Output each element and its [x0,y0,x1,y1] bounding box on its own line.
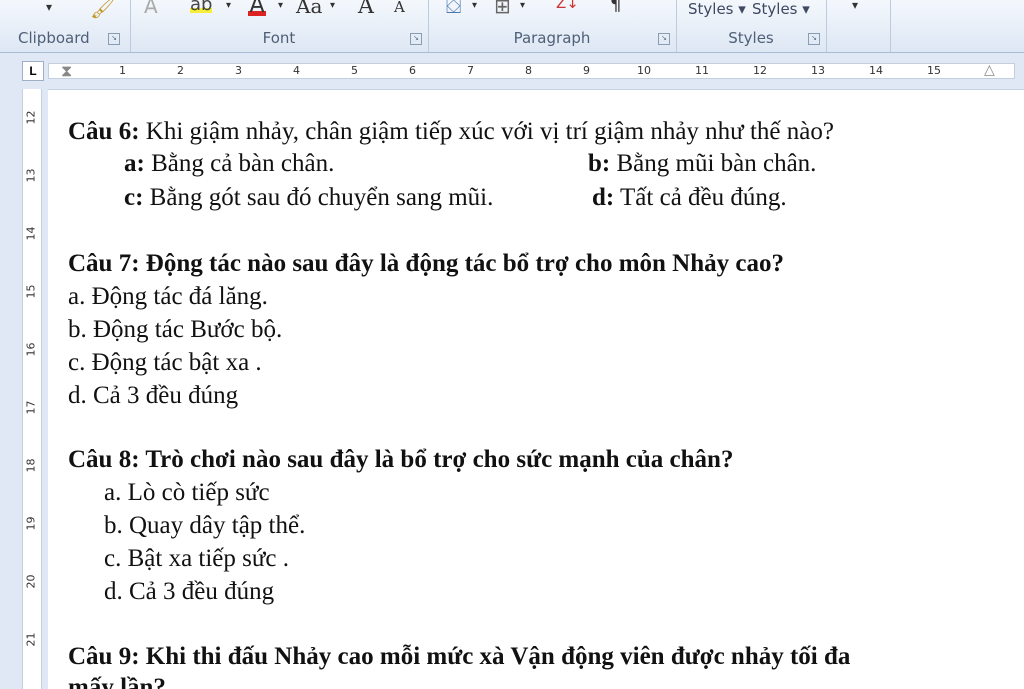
ruler-number: 1 [119,64,126,77]
option-key: b: [588,150,611,177]
vertical-ruler[interactable]: 12 13 14 15 16 17 18 19 20 21 [0,89,48,689]
shading-icon[interactable]: ⛋ [446,0,461,18]
font-color-icon[interactable]: A [248,0,266,18]
editing-group: ▾ [826,0,891,52]
ruler-number: 17 [24,400,38,415]
ruler-number: 14 [24,226,38,241]
question-7[interactable]: Câu 7: Động tác nào sau đây là động tác … [68,250,784,278]
change-styles-button[interactable]: Styles ▾ [752,0,810,18]
option-6b[interactable]: b: Bằng mũi bàn chân. [588,150,816,178]
paragraph-group: ⛋ ▾ ⊞ ▾ Z↓ ¶ Paragraph ↘ [428,0,677,52]
option-8b[interactable]: b. Quay dây tập thể. [104,512,305,540]
borders-icon[interactable]: ⊞ [494,0,511,18]
ruler-number: 6 [409,64,416,77]
ruler-number: 3 [235,64,242,77]
tab-selector-button[interactable]: L [22,61,44,81]
ruler-number: 19 [24,516,38,531]
question-9-continuation[interactable]: mấy lần? [68,674,166,689]
font-launcher-icon[interactable]: ↘ [410,33,422,45]
ruler-number: 16 [24,342,38,357]
dropdown-icon[interactable]: ▾ [278,0,283,11]
ruler-number: 12 [753,64,767,77]
paste-brush-icon[interactable]: 🖌 [90,0,115,20]
ruler-number: 2 [177,64,184,77]
ruler-track[interactable]: ⧗ 1 2 3 4 5 6 7 8 9 10 11 12 13 14 15 △ [48,61,1015,81]
ruler-number: 15 [24,284,38,299]
document-page[interactable]: Câu 6: Khi giậm nhảy, chân giậm tiếp xúc… [48,90,1024,689]
ruler-number: 10 [637,64,651,77]
vertical-ruler-track[interactable]: 12 13 14 15 16 17 18 19 20 21 [22,89,42,689]
option-6a[interactable]: a: Bằng cả bàn chân. [124,150,334,178]
dropdown-icon[interactable]: ▾ [520,0,525,11]
highlight-icon[interactable]: ab [190,0,212,15]
dropdown-icon[interactable]: ▾ [226,0,231,11]
styles-group: Styles ▾ Styles ▾ Styles ↘ [676,0,827,52]
dropdown-icon[interactable]: ▾ [472,0,477,11]
ruler-number: 14 [869,64,883,77]
paragraph-label: Paragraph [513,29,591,47]
option-text: Bằng mũi bàn chân. [610,150,817,177]
option-text: Bằng gót sau đó chuyển sang mũi. [143,184,494,211]
paragraph-launcher-icon[interactable]: ↘ [658,33,670,45]
option-8c[interactable]: c. Bật xa tiếp sức . [104,545,289,573]
question-6-text: Khi giậm nhảy, chân giậm tiếp xúc với vị… [139,118,834,145]
question-9[interactable]: Câu 9: Khi thi đấu Nhảy cao mỗi mức xà V… [68,643,850,671]
pilcrow-icon[interactable]: ¶ [610,0,621,15]
ruler-number: 18 [24,458,38,473]
option-7c[interactable]: c. Động tác bật xa . [68,349,262,377]
clipboard-launcher-icon[interactable]: ↘ [108,33,120,45]
ruler-number: 13 [811,64,825,77]
ruler-number: 4 [293,64,300,77]
option-8a[interactable]: a. Lò cò tiếp sức [104,479,270,507]
horizontal-ruler[interactable]: L ⧗ 1 2 3 4 5 6 7 8 9 10 11 12 13 14 15 … [0,53,1024,90]
font-label: Font [262,29,296,47]
ruler-number: 13 [24,168,38,183]
change-case-button[interactable]: Aa [296,0,322,18]
ruler-number: 15 [927,64,941,77]
option-7a[interactable]: a. Động tác đá lăng. [68,283,268,311]
dropdown-icon[interactable]: ▾ [852,0,858,12]
ruler-number: 7 [467,64,474,77]
question-6[interactable]: Câu 6: Khi giậm nhảy, chân giậm tiếp xúc… [68,118,834,146]
ruler-number: 12 [24,110,38,125]
shrink-font-button[interactable]: A [394,0,405,16]
ruler-number: 5 [351,64,358,77]
change-styles-label: Styles [752,0,798,18]
option-8d[interactable]: d. Cả 3 đều đúng [104,578,274,606]
grow-font-button[interactable]: A [358,0,374,19]
sort-icon[interactable]: Z↓ [556,0,579,12]
ruler-number: 20 [24,574,38,589]
option-7b[interactable]: b. Động tác Bước bộ. [68,316,282,344]
option-text: Tất cả đều đúng. [614,184,787,211]
dropdown-icon[interactable]: ▾ [46,0,52,14]
clear-format-icon[interactable]: A [144,0,158,18]
right-indent-marker-icon[interactable]: △ [984,62,995,78]
question-8[interactable]: Câu 8: Trò chơi nào sau đây là bổ trợ ch… [68,446,733,474]
option-key: d: [592,184,615,211]
styles-label: Styles [728,29,774,47]
option-6d[interactable]: d: Tất cả đều đúng. [592,184,787,212]
quick-styles-label: Styles [688,0,734,18]
font-group: A ab ▾ A ▾ Aa ▾ A A Font ↘ [130,0,429,52]
clipboard-group: ▾ 🖌 Clipboard ↘ [0,0,131,52]
ruler-number: 21 [24,632,38,647]
option-7d[interactable]: d. Cả 3 đều đúng [68,382,238,410]
ruler-number: 11 [695,64,709,77]
indent-marker-icon[interactable]: ⧗ [61,61,72,81]
option-text: Bằng cả bàn chân. [144,150,335,177]
quick-styles-button[interactable]: Styles ▾ [688,0,746,18]
option-key: a: [124,150,145,177]
dropdown-icon[interactable]: ▾ [330,0,335,11]
option-6c[interactable]: c: Bằng gót sau đó chuyển sang mũi. [124,184,493,212]
ruler-number: 8 [525,64,532,77]
styles-launcher-icon[interactable]: ↘ [808,33,820,45]
ruler-number: 9 [583,64,590,77]
option-key: c: [124,184,144,211]
question-6-number: Câu 6: [68,118,140,145]
ribbon: ▾ 🖌 Clipboard ↘ A ab ▾ A ▾ Aa ▾ A A Font… [0,0,1024,53]
